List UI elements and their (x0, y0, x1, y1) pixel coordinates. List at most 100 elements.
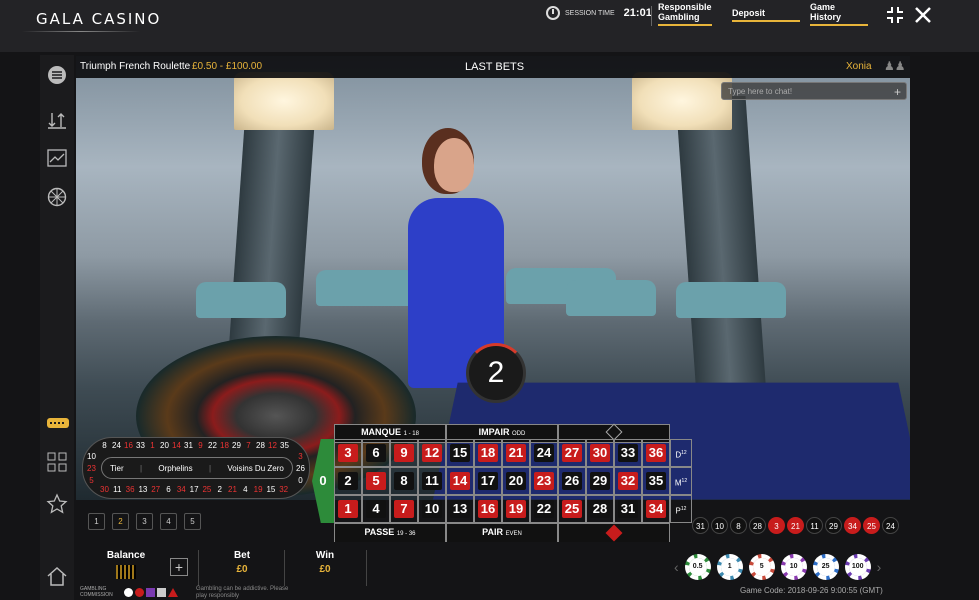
number-cell[interactable]: 23 (530, 467, 558, 495)
bet-passe[interactable]: PASSE 19 - 36 (334, 523, 446, 544)
section-voisins[interactable]: Voisins Du Zero (227, 464, 283, 473)
racetrack-number[interactable]: 24 (111, 441, 122, 450)
number-cell[interactable]: 12 (418, 439, 446, 467)
racetrack-number[interactable]: 27 (150, 485, 161, 494)
racetrack-number[interactable]: 5 (86, 476, 97, 485)
recent-button-1[interactable]: 1 (88, 513, 105, 530)
number-cell[interactable]: 14 (446, 467, 474, 495)
racetrack-number[interactable]: 36 (125, 485, 136, 494)
number-cell[interactable]: 29 (586, 467, 614, 495)
close-icon[interactable] (914, 6, 932, 27)
number-cell[interactable]: 10 (418, 495, 446, 523)
number-cell[interactable]: 24 (530, 439, 558, 467)
deposit-link[interactable]: Deposit (732, 8, 800, 22)
chart-icon[interactable] (46, 148, 68, 170)
recent-button-3[interactable]: 3 (136, 513, 153, 530)
bet-pair[interactable]: PAIR EVEN (446, 523, 558, 544)
gambleaware-icon[interactable] (146, 588, 155, 597)
number-cell[interactable]: 11 (418, 467, 446, 495)
racetrack-number[interactable]: 15 (265, 485, 276, 494)
racetrack-number[interactable]: 31 (183, 441, 194, 450)
chat-input[interactable]: Type here to chat! + (721, 82, 907, 100)
racetrack-number[interactable]: 25 (201, 485, 212, 494)
sort-icon[interactable] (46, 110, 68, 132)
number-cell[interactable]: 4 (362, 495, 390, 523)
racetrack-number[interactable]: 10 (86, 452, 97, 461)
gamcare-icon[interactable] (124, 588, 133, 597)
number-cell[interactable]: 26 (558, 467, 586, 495)
racetrack-number[interactable]: 35 (279, 441, 290, 450)
racetrack-number[interactable]: 28 (255, 441, 266, 450)
number-cell[interactable]: 13 (446, 495, 474, 523)
home-icon[interactable] (46, 565, 68, 587)
number-cell[interactable]: 18 (474, 439, 502, 467)
racetrack-number[interactable]: 7 (243, 441, 254, 450)
section-orphelins[interactable]: Orphelins (158, 464, 192, 473)
number-cell[interactable]: 15 (446, 439, 474, 467)
ecogra-icon[interactable] (157, 588, 166, 597)
game-history-link[interactable]: Game History (810, 2, 868, 26)
age-restriction-icon[interactable] (135, 588, 144, 597)
racetrack-number[interactable]: 4 (240, 485, 251, 494)
number-cell[interactable]: 16 (474, 495, 502, 523)
bet-red[interactable] (558, 523, 670, 544)
menu-icon[interactable] (46, 65, 68, 87)
chip-stack-icon[interactable] (46, 415, 69, 437)
racetrack[interactable]: 8 24 16 33 1 20 14 31 9 22 18 29 7 28 12 35 30 11 36 13 27 6… (82, 437, 310, 499)
number-cell[interactable]: 7 (390, 495, 418, 523)
number-cell[interactable]: 2 (334, 467, 362, 495)
number-cell[interactable]: 30 (586, 439, 614, 467)
number-cell[interactable]: 27 (558, 439, 586, 467)
racetrack-number[interactable]: 32 (278, 485, 289, 494)
chip-value-button[interactable]: 0.5 (684, 554, 711, 580)
gambling-commission-logo[interactable]: GAMBLING COMMISSION (80, 586, 113, 598)
section-tier[interactable]: Tier (110, 464, 123, 473)
racetrack-number[interactable]: 18 (219, 441, 230, 450)
number-cell[interactable]: 34 (642, 495, 670, 523)
racetrack-number[interactable]: 29 (231, 441, 242, 450)
chevron-right-icon[interactable]: › (877, 559, 882, 575)
chip-value-button[interactable]: 25 (812, 554, 839, 580)
number-cell[interactable]: 25 (558, 495, 586, 523)
chip-value-button[interactable]: 10 (780, 554, 807, 580)
players-icon[interactable]: ♟♟ (884, 59, 906, 73)
recent-button-2[interactable]: 2 (112, 513, 129, 530)
grid-icon[interactable] (46, 452, 68, 474)
star-icon[interactable] (46, 493, 68, 515)
warning-icon[interactable] (168, 588, 178, 597)
racetrack-number[interactable]: 30 (99, 485, 110, 494)
racetrack-number[interactable]: 8 (99, 441, 110, 450)
number-cell[interactable]: 35 (642, 467, 670, 495)
racetrack-number[interactable]: 20 (159, 441, 170, 450)
chip-value-button[interactable]: 1 (716, 554, 743, 580)
wheel-icon[interactable] (46, 187, 68, 209)
number-cell[interactable]: 17 (474, 467, 502, 495)
number-cell[interactable]: 20 (502, 467, 530, 495)
chip-value-button[interactable]: 100 (844, 554, 871, 580)
racetrack-number[interactable]: 0 (295, 476, 306, 485)
racetrack-number[interactable]: 6 (163, 485, 174, 494)
racetrack-number[interactable]: 16 (123, 441, 134, 450)
racetrack-number[interactable]: 19 (253, 485, 264, 494)
racetrack-number[interactable]: 13 (137, 485, 148, 494)
racetrack-number[interactable]: 23 (86, 464, 97, 473)
number-cell[interactable]: 19 (502, 495, 530, 523)
responsible-gambling-link[interactable]: Responsible Gambling (658, 2, 712, 26)
racetrack-number[interactable]: 22 (207, 441, 218, 450)
last-bets-title[interactable]: LAST BETS (465, 61, 524, 73)
number-cell[interactable]: 36 (642, 439, 670, 467)
chip-value-button[interactable]: 5 (748, 554, 775, 580)
number-cell[interactable]: 3 (334, 439, 362, 467)
number-cell[interactable]: 31 (614, 495, 642, 523)
racetrack-number[interactable]: 17 (189, 485, 200, 494)
racetrack-number[interactable]: 12 (267, 441, 278, 450)
racetrack-number[interactable]: 3 (295, 452, 306, 461)
recent-button-4[interactable]: 4 (160, 513, 177, 530)
racetrack-number[interactable]: 2 (214, 485, 225, 494)
racetrack-number[interactable]: 1 (147, 441, 158, 450)
number-cell[interactable]: 21 (502, 439, 530, 467)
racetrack-number[interactable]: 11 (112, 485, 123, 494)
racetrack-number[interactable]: 9 (195, 441, 206, 450)
add-funds-button[interactable]: + (170, 558, 188, 576)
number-cell[interactable]: 32 (614, 467, 642, 495)
